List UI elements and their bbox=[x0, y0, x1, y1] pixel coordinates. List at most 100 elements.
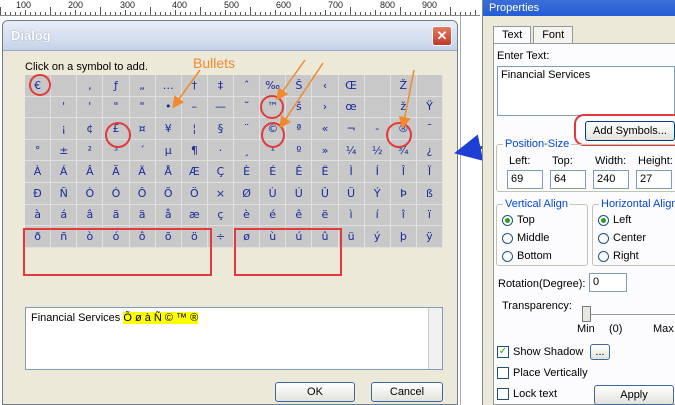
symbol-cell[interactable]: … bbox=[155, 75, 182, 97]
symbol-cell[interactable]: Õ bbox=[155, 182, 182, 205]
symbol-cell[interactable]: ü bbox=[338, 226, 365, 248]
symbol-cell[interactable]: ´ bbox=[129, 139, 156, 162]
symbol-cell[interactable]: „ bbox=[129, 75, 156, 97]
valign-middle-radio[interactable]: Middle bbox=[502, 232, 549, 244]
symbol-cell[interactable]: è bbox=[234, 204, 261, 227]
symbol-cell[interactable]: ³ bbox=[103, 139, 130, 162]
symbol-cell[interactable]: Ã bbox=[103, 161, 130, 183]
symbol-cell[interactable]: ¥ bbox=[155, 118, 182, 140]
symbol-cell[interactable]: í bbox=[364, 204, 391, 227]
cancel-button[interactable]: Cancel bbox=[371, 382, 443, 402]
symbol-cell[interactable]: Å bbox=[155, 161, 182, 183]
symbol-cell[interactable]: Ë bbox=[312, 161, 339, 183]
tab-text[interactable]: Text bbox=[493, 26, 532, 43]
symbol-cell[interactable]: È bbox=[234, 161, 261, 183]
symbol-cell[interactable]: Ê bbox=[286, 161, 313, 183]
symbol-cell[interactable]: ø bbox=[234, 226, 261, 248]
symbol-cell[interactable]: ÿ bbox=[416, 226, 443, 248]
symbol-cell[interactable]: ' bbox=[77, 96, 104, 119]
symbol-cell[interactable]: " bbox=[103, 96, 130, 119]
symbol-cell[interactable]: Ó bbox=[103, 182, 130, 205]
transparency-slider-track[interactable] bbox=[582, 314, 675, 316]
symbol-cell[interactable]: Ø bbox=[234, 182, 261, 205]
ok-button[interactable]: OK bbox=[275, 382, 355, 402]
symbol-cell[interactable]: ç bbox=[207, 204, 234, 227]
symbol-cell[interactable]: ß bbox=[416, 182, 443, 205]
symbol-cell[interactable]: « bbox=[312, 118, 339, 140]
symbol-cell[interactable]: » bbox=[312, 139, 339, 162]
symbol-cell[interactable]: ¹ bbox=[260, 139, 287, 162]
symbol-cell[interactable]: Û bbox=[312, 182, 339, 205]
rotation-input[interactable]: 0 bbox=[589, 273, 627, 292]
preview-textarea[interactable]: Financial Services Õ ø à Ñ © ™ ® bbox=[25, 307, 443, 370]
symbol-cell[interactable]: Ú bbox=[286, 182, 313, 205]
place-vertically-checkbox[interactable]: Place Vertically bbox=[497, 367, 588, 379]
symbol-cell[interactable]: Ö bbox=[181, 182, 208, 205]
symbol-cell[interactable]: Ï bbox=[416, 161, 443, 183]
symbol-cell[interactable] bbox=[416, 75, 443, 97]
symbol-cell[interactable]: ¾ bbox=[390, 139, 417, 162]
symbol-cell[interactable]: · bbox=[207, 139, 234, 162]
symbol-cell[interactable]: £ bbox=[103, 118, 130, 140]
symbol-cell[interactable] bbox=[25, 96, 52, 119]
halign-center-radio[interactable]: Center bbox=[598, 232, 646, 244]
symbol-cell[interactable]: ¸ bbox=[234, 139, 261, 162]
top-input[interactable]: 64 bbox=[550, 170, 586, 189]
symbol-cell[interactable]: Þ bbox=[390, 182, 417, 205]
symbol-cell[interactable]: ú bbox=[286, 226, 313, 248]
symbol-cell[interactable]: ‹ bbox=[312, 75, 339, 97]
valign-bottom-radio[interactable]: Bottom bbox=[502, 250, 552, 262]
symbol-cell[interactable]: ‡ bbox=[207, 75, 234, 97]
symbol-cell[interactable]: › bbox=[312, 96, 339, 119]
symbol-cell[interactable]: ù bbox=[260, 226, 287, 248]
symbol-cell[interactable]: ž bbox=[390, 96, 417, 119]
add-symbols-button[interactable]: Add Symbols... bbox=[585, 121, 675, 141]
symbol-cell[interactable]: † bbox=[181, 75, 208, 97]
symbol-cell[interactable]: ™ bbox=[260, 96, 287, 119]
symbol-cell[interactable]: ± bbox=[51, 139, 78, 162]
symbol-cell[interactable]: Š bbox=[286, 75, 313, 97]
symbol-cell[interactable]: õ bbox=[155, 226, 182, 248]
symbol-cell[interactable]: î bbox=[390, 204, 417, 227]
symbol-cell[interactable]: É bbox=[260, 161, 287, 183]
symbol-cell[interactable] bbox=[51, 75, 78, 97]
symbol-cell[interactable]: û bbox=[312, 226, 339, 248]
enter-text-field[interactable]: Financial Services bbox=[497, 66, 675, 116]
halign-right-radio[interactable]: Right bbox=[598, 250, 639, 262]
symbol-cell[interactable]: º bbox=[286, 139, 313, 162]
symbol-cell[interactable]: ó bbox=[103, 226, 130, 248]
symbol-cell[interactable]: Œ bbox=[338, 75, 365, 97]
tab-font[interactable]: Font bbox=[533, 26, 574, 43]
symbol-cell[interactable]: ˜ bbox=[234, 96, 261, 119]
symbol-cell[interactable]: Ù bbox=[260, 182, 287, 205]
symbol-cell[interactable]: - bbox=[364, 118, 391, 140]
symbol-cell[interactable]: " bbox=[129, 96, 156, 119]
symbol-cell[interactable]: Ñ bbox=[51, 182, 78, 205]
symbol-cell[interactable]: Ž bbox=[390, 75, 417, 97]
symbol-cell[interactable]: ä bbox=[129, 204, 156, 227]
apply-button[interactable]: Apply bbox=[594, 385, 674, 405]
symbol-cell[interactable]: ¿ bbox=[416, 139, 443, 162]
symbol-cell[interactable]: ¦ bbox=[181, 118, 208, 140]
lock-text-checkbox[interactable]: Lock text bbox=[497, 388, 557, 400]
symbol-cell[interactable]: ® bbox=[390, 118, 417, 140]
symbol-cell[interactable]: Ð bbox=[25, 182, 52, 205]
symbol-cell[interactable]: þ bbox=[390, 226, 417, 248]
symbol-cell[interactable] bbox=[364, 96, 391, 119]
symbol-cell[interactable]: ˆ bbox=[234, 75, 261, 97]
symbol-cell[interactable]: ì bbox=[338, 204, 365, 227]
symbol-cell[interactable]: – bbox=[181, 96, 208, 119]
symbol-cell[interactable]: Ä bbox=[129, 161, 156, 183]
symbol-cell[interactable]: ¶ bbox=[181, 139, 208, 162]
symbol-cell[interactable]: ª bbox=[286, 118, 313, 140]
symbol-cell[interactable] bbox=[25, 118, 52, 140]
symbol-cell[interactable]: ò bbox=[77, 226, 104, 248]
symbol-cell[interactable]: Ì bbox=[338, 161, 365, 183]
symbol-cell[interactable]: ¤ bbox=[129, 118, 156, 140]
symbol-cell[interactable]: Ý bbox=[364, 182, 391, 205]
symbol-cell[interactable]: ¢ bbox=[77, 118, 104, 140]
symbol-cell[interactable] bbox=[364, 75, 391, 97]
symbol-cell[interactable]: ý bbox=[364, 226, 391, 248]
symbol-cell[interactable]: € bbox=[25, 75, 52, 97]
symbol-cell[interactable]: Â bbox=[77, 161, 104, 183]
